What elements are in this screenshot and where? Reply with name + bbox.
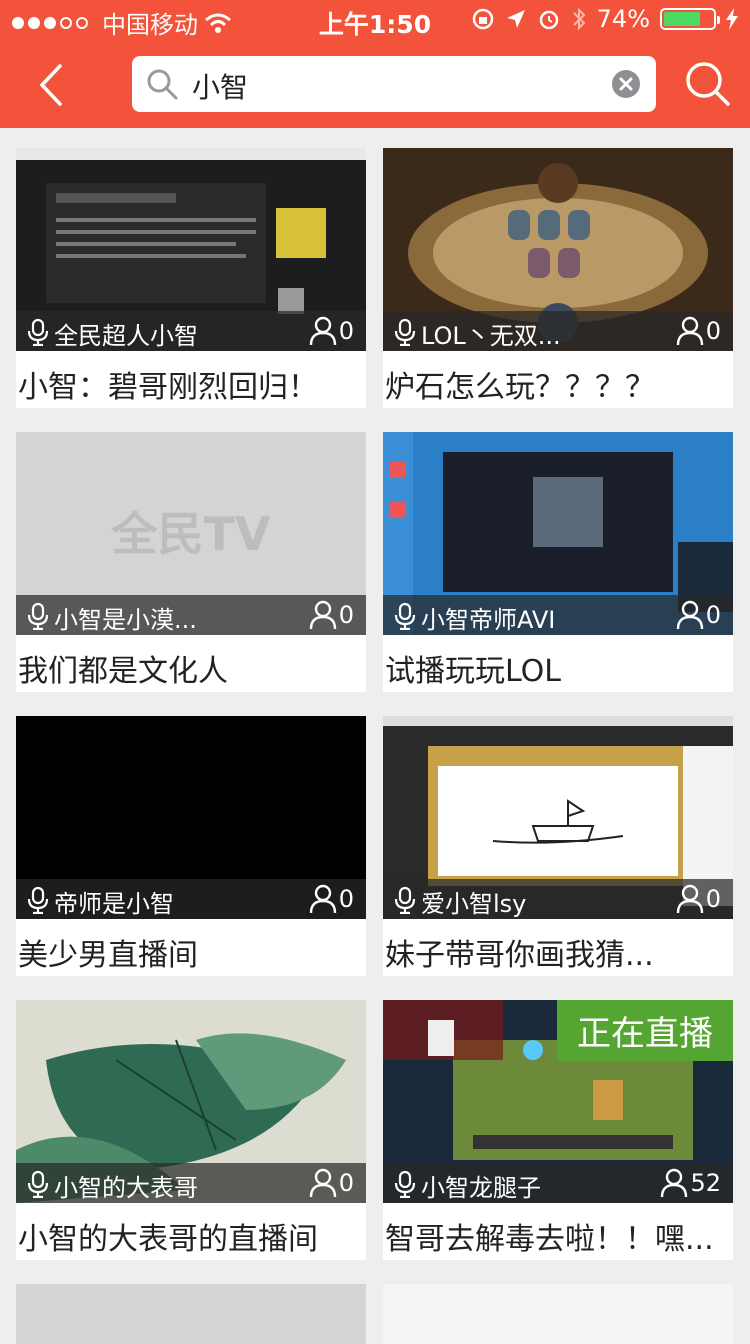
microphone-icon [27, 602, 49, 631]
stream-info-bar: 爱小智lsy 0 [383, 879, 733, 919]
microphone-icon [394, 886, 416, 915]
viewer-count: 0 [309, 600, 354, 630]
microphone-icon [27, 318, 49, 347]
battery-icon [660, 8, 720, 30]
viewer-count: 0 [309, 1168, 354, 1198]
location-icon [506, 10, 525, 28]
viewer-count-value: 0 [338, 601, 354, 629]
anchor-name: 小智是小漠... [54, 606, 197, 634]
stream-info-bar: 小智龙腿子 52 [383, 1163, 733, 1203]
live-badge: 正在直播 [557, 1000, 733, 1061]
stream-title: 试播玩玩LOL [385, 654, 561, 689]
viewer-icon [309, 600, 336, 630]
viewer-icon [676, 884, 703, 914]
status-bar: 中国移动 上午1:50 74% [0, 0, 750, 40]
stream-title: 小智：碧哥刚烈回归！ [18, 370, 318, 405]
anchor-name: 爱小智lsy [421, 890, 527, 918]
viewer-count: 0 [676, 884, 721, 914]
stream-card[interactable]: 全民TV 小智是小漠... 0 我们都是文化人 [16, 432, 366, 692]
battery-percent: 74% [596, 5, 650, 33]
search-input[interactable]: 小智 [132, 56, 656, 112]
stream-info-bar: 全民超人小智 0 [16, 311, 366, 351]
stream-card-partial[interactable] [383, 1284, 733, 1344]
viewer-count-value: 0 [338, 885, 354, 913]
anchor-name: LOL丶无双... [421, 322, 561, 350]
viewer-count-value: 0 [705, 317, 721, 345]
viewer-count-value: 0 [338, 317, 354, 345]
microphone-icon [394, 1170, 416, 1199]
viewer-icon [309, 1168, 336, 1198]
bluetooth-icon [572, 7, 586, 31]
stream-card[interactable]: 帝师是小智 0 美少男直播间 [16, 716, 366, 976]
charging-icon [726, 8, 738, 30]
stream-title: 小智的大表哥的直播间 [18, 1222, 318, 1257]
anchor-name: 帝师是小智 [54, 890, 174, 918]
viewer-icon [309, 316, 336, 346]
stream-card[interactable]: 小智帝师AVI 0 试播玩玩LOL [383, 432, 733, 692]
stream-card[interactable]: 全民超人小智 0 小智：碧哥刚烈回归！ [16, 148, 366, 408]
stream-info-bar: LOL丶无双... 0 [383, 311, 733, 351]
microphone-icon [394, 318, 416, 347]
microphone-icon [394, 602, 416, 631]
anchor-name: 全民超人小智 [54, 322, 198, 350]
stream-info-bar: 帝师是小智 0 [16, 879, 366, 919]
stream-info-bar: 小智帝师AVI 0 [383, 595, 733, 635]
search-query[interactable]: 小智 [192, 66, 248, 106]
stream-card[interactable]: 爱小智lsy 0 妹子带哥你画我猜... [383, 716, 733, 976]
svg-text:全民TV: 全民TV [111, 507, 271, 561]
viewer-count: 52 [660, 1168, 721, 1198]
stream-info-bar: 小智是小漠... 0 [16, 595, 366, 635]
viewer-icon [676, 600, 703, 630]
stream-title: 智哥去解毒去啦！！嘿... [385, 1222, 714, 1257]
viewer-count-value: 0 [705, 885, 721, 913]
stream-title: 美少男直播间 [18, 938, 198, 973]
microphone-icon [27, 1170, 49, 1199]
stream-card[interactable]: LOL丶无双... 0 炉石怎么玩？？？？ [383, 148, 733, 408]
search-icon [147, 69, 178, 100]
stream-title: 炉石怎么玩？？？？ [385, 370, 655, 405]
rotation-lock-icon [472, 8, 493, 30]
stream-title: 我们都是文化人 [18, 654, 228, 689]
stream-card[interactable]: 正在直播 小智龙腿子 52 智哥去解毒去啦！！嘿... [383, 1000, 733, 1260]
clear-search-button[interactable] [612, 70, 640, 98]
viewer-icon [661, 1168, 688, 1198]
viewer-icon [676, 316, 703, 346]
alarm-icon [539, 10, 558, 30]
anchor-name: 小智的大表哥 [54, 1174, 198, 1202]
viewer-count-value: 52 [690, 1169, 721, 1197]
viewer-count: 0 [676, 600, 721, 630]
search-button[interactable] [682, 58, 734, 110]
anchor-name: 小智帝师AVI [421, 606, 556, 634]
header-bar: 中国移动 上午1:50 74% 小智 [0, 0, 750, 128]
stream-card-partial[interactable] [16, 1284, 366, 1344]
viewer-count-value: 0 [338, 1169, 354, 1197]
viewer-count-value: 0 [705, 601, 721, 629]
microphone-icon [27, 886, 49, 915]
viewer-count: 0 [309, 316, 354, 346]
back-button[interactable] [30, 60, 80, 110]
viewer-count: 0 [676, 316, 721, 346]
anchor-name: 小智龙腿子 [421, 1174, 541, 1202]
stream-title: 妹子带哥你画我猜... [385, 938, 654, 973]
viewer-count: 0 [309, 884, 354, 914]
viewer-icon [309, 884, 336, 914]
stream-card[interactable]: 小智的大表哥 0 小智的大表哥的直播间 [16, 1000, 366, 1260]
stream-info-bar: 小智的大表哥 0 [16, 1163, 366, 1203]
close-icon [619, 77, 633, 91]
